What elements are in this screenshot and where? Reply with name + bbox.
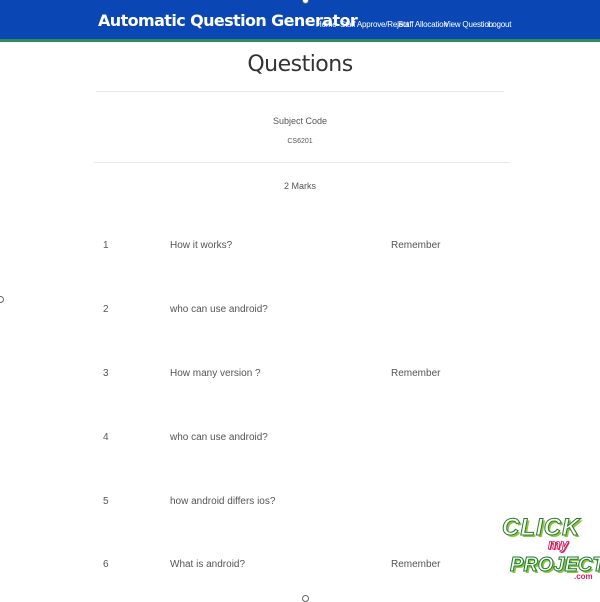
question-text: How many version ?: [170, 368, 261, 379]
watermark-text: .com: [574, 572, 593, 581]
question-level: Remember: [391, 368, 441, 379]
question-text: What is android?: [170, 559, 246, 570]
question-text: How it works?: [170, 240, 233, 251]
question-number: 1: [103, 240, 109, 251]
question-number: 5: [103, 496, 109, 507]
resize-handle-icon: [302, 595, 309, 602]
question-row: 1 How it works? Remember: [0, 240, 600, 256]
nav-links: Home Staff Approve/Reject Staff Allocati…: [0, 20, 600, 34]
subject-code-label: Subject Code: [272, 116, 328, 126]
page-title: Questions: [247, 52, 353, 77]
clickmyproject-watermark-logo: CLICK my PROJECT .com: [496, 514, 600, 586]
question-number: 2: [103, 304, 109, 315]
subject-code-value: CS6201: [287, 138, 313, 145]
question-row: 4 who can use android?: [0, 432, 600, 448]
nav-link-staff-allocation[interactable]: Staff Allocation: [398, 20, 448, 29]
question-row: 3 How many version ? Remember: [0, 368, 600, 384]
top-navbar: Automatic Question Generator Home Staff …: [0, 0, 600, 42]
watermark-text: my: [548, 536, 569, 553]
question-text: how android differs ios?: [170, 496, 276, 507]
marks-heading: 2 Marks: [283, 181, 316, 191]
question-level: Remember: [391, 559, 441, 570]
resize-handle-icon: [0, 296, 4, 303]
question-text: who can use android?: [170, 432, 268, 443]
question-number: 3: [103, 368, 109, 379]
nav-link-home[interactable]: Home: [316, 20, 337, 29]
watermark-text: CLICK: [501, 514, 581, 542]
question-number: 6: [103, 559, 109, 570]
question-number: 4: [103, 432, 109, 443]
divider: [96, 91, 504, 92]
question-text: who can use android?: [170, 304, 268, 315]
nav-link-view-question[interactable]: View Question: [444, 20, 493, 29]
question-level: Remember: [391, 240, 441, 251]
question-row: 2 who can use android?: [0, 304, 600, 320]
question-row: 5 how android differs ios?: [0, 496, 600, 512]
divider: [94, 162, 510, 163]
nav-link-logout[interactable]: Logout: [488, 20, 511, 29]
